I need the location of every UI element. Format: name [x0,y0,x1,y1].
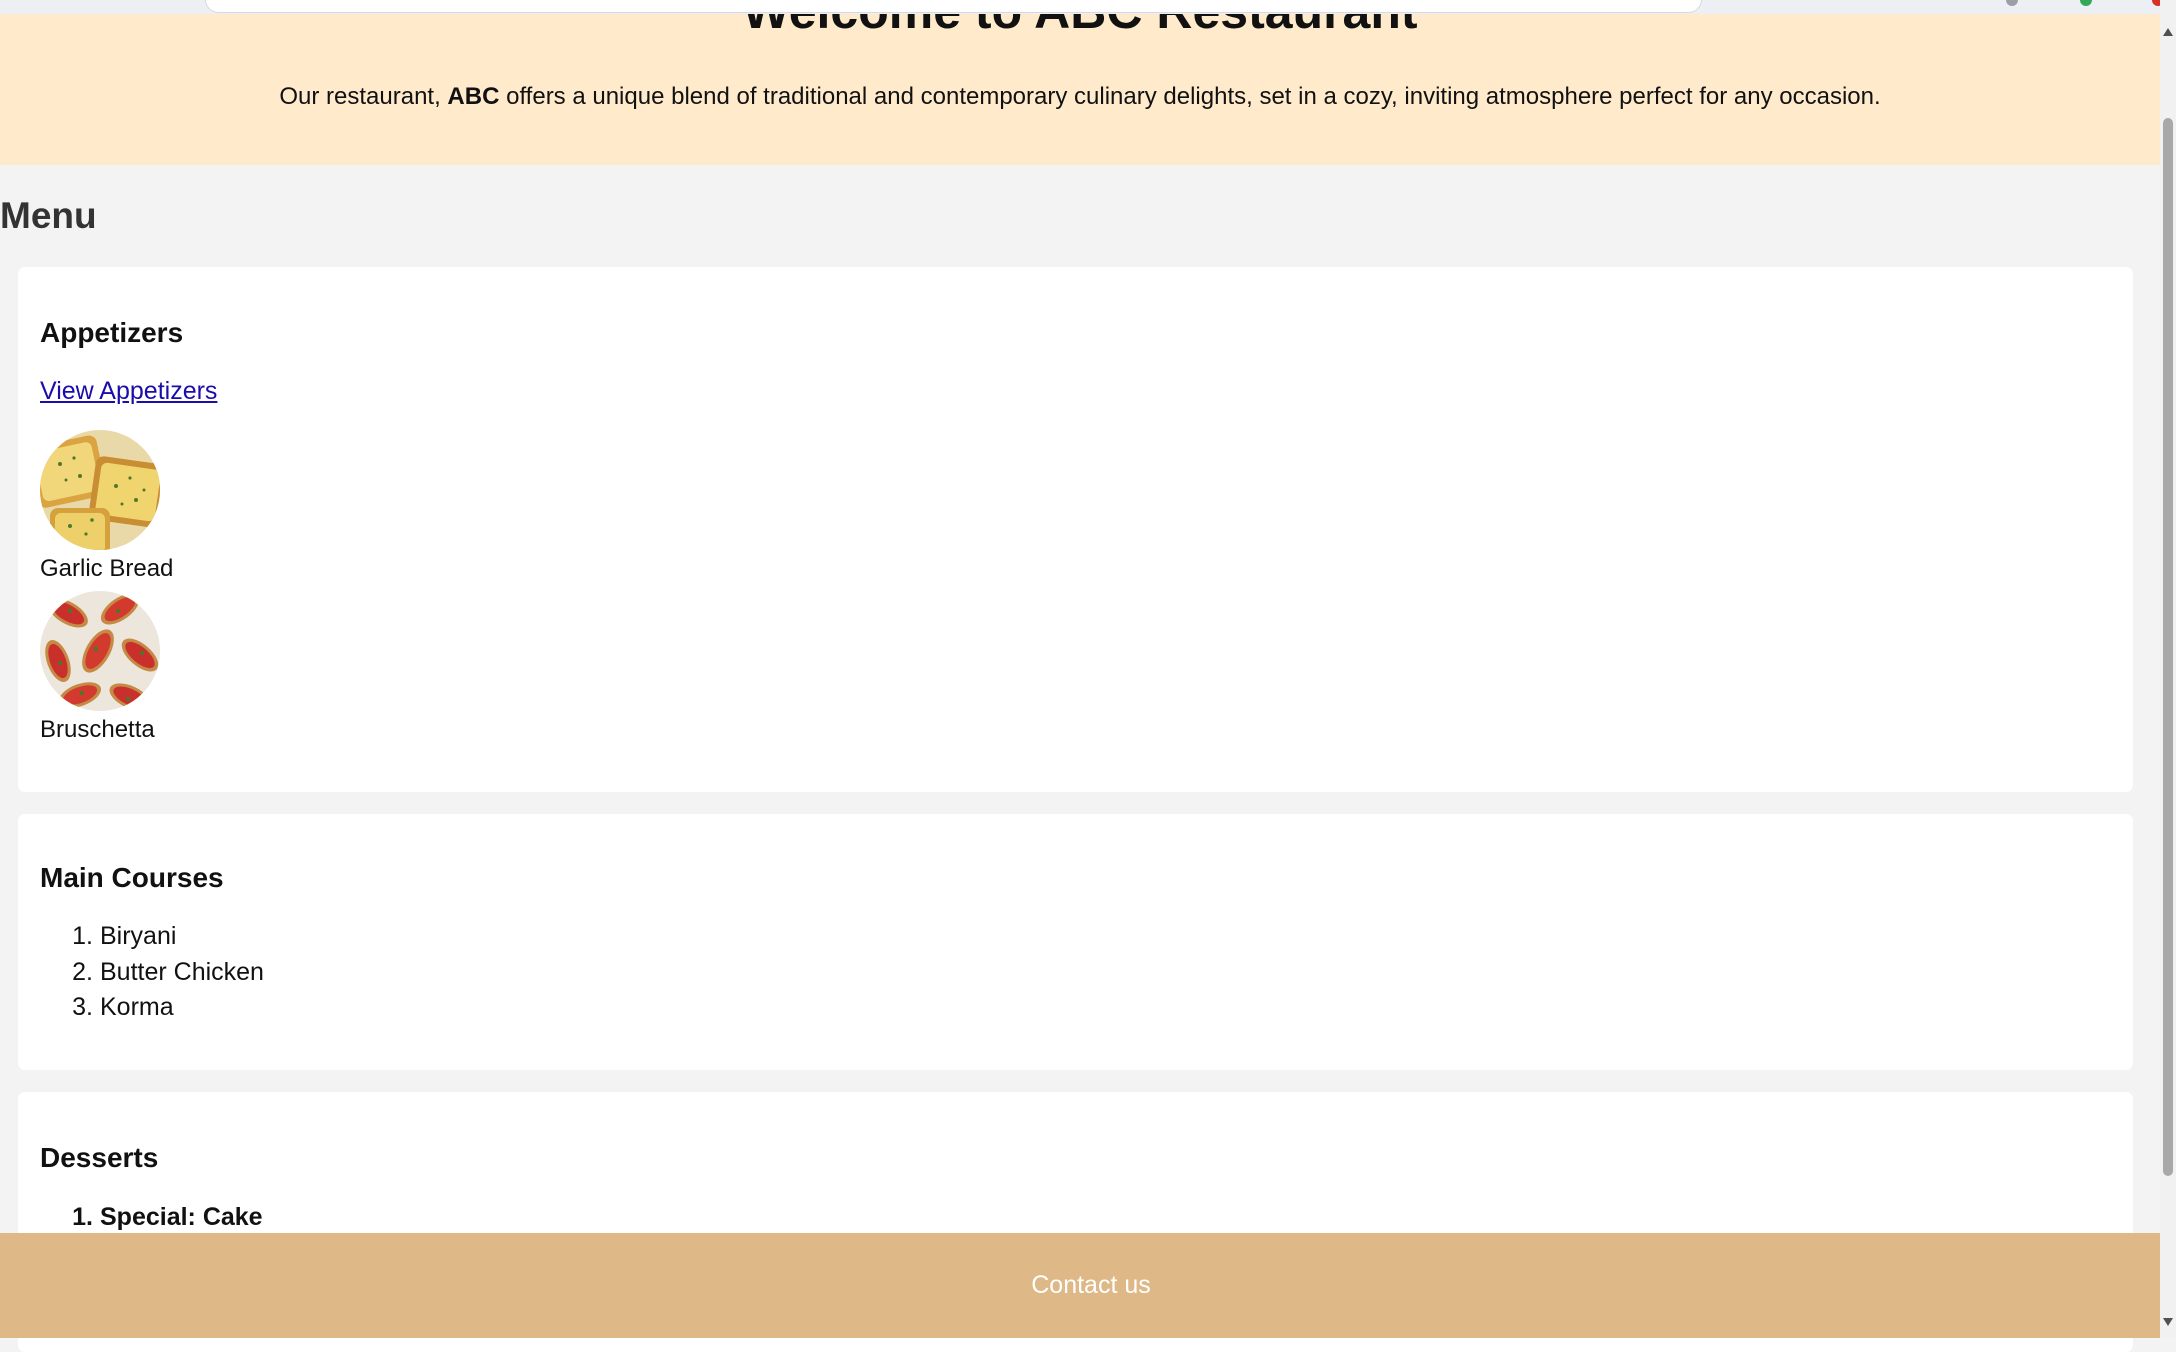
intro-text-start: Our restaurant, [279,83,448,110]
dish-name: Korma [100,993,174,1021]
menu-heading: Menu [0,195,97,236]
vertical-scrollbar[interactable] [2160,0,2176,1338]
list-number: 3. [72,993,93,1021]
garlic-bread-image [40,430,160,550]
list-item: 1. Biryani [40,919,264,955]
footer: Contact us [0,1233,2160,1338]
scroll-thumb[interactable] [2163,118,2173,1176]
extension-icon[interactable] [2006,0,2018,6]
extension-icon[interactable] [2080,0,2092,6]
list-number: 2. [72,957,93,986]
main-courses-list: 1. Biryani 2. Butter Chicken 3. Korma [40,919,264,1026]
list-item-special: 1. Special: Cake [40,1200,263,1236]
dish-name: Special: Cake [100,1203,263,1231]
view-appetizers-link[interactable]: View Appetizers [40,374,217,408]
scroll-up-arrow-icon[interactable] [2163,28,2173,36]
bruschetta-label: Bruschetta [40,716,155,743]
scroll-down-arrow-icon[interactable] [2163,1318,2173,1326]
intro-text: Our restaurant, ABC offers a unique blen… [0,80,2160,114]
bruschetta-photo [40,591,160,711]
appetizers-heading: Appetizers [40,317,184,348]
browser-toolbar-edge [0,0,2164,14]
contact-us-link[interactable]: Contact us [0,1268,2176,1302]
intro-text-end: offers a unique blend of traditional and… [499,83,1881,110]
dish-name: Biryani [100,922,177,950]
brand-name: ABC [447,83,500,110]
dish-name: Butter Chicken [100,957,264,986]
list-number: 1. [72,922,93,950]
appetizers-card: Appetizers [18,267,2133,792]
main-courses-heading: Main Courses [40,862,224,893]
hero-banner: Welcome to ABC Restaurant Our restaurant… [0,0,2160,165]
desserts-heading: Desserts [40,1142,159,1173]
desserts-list: 1. Special: Cake [40,1200,263,1236]
garlic-bread-label: Garlic Bread [40,555,174,582]
list-item: 2. Butter Chicken [40,955,264,991]
garlic-bread-photo [40,430,160,550]
main-courses-card: Main Courses 1. Biryani 2. Butter Chicken … [18,814,2133,1070]
list-number: 1. [72,1203,93,1231]
address-bar[interactable] [205,0,1702,13]
list-item: 3. Korma [40,990,264,1026]
bruschetta-image [40,591,160,711]
